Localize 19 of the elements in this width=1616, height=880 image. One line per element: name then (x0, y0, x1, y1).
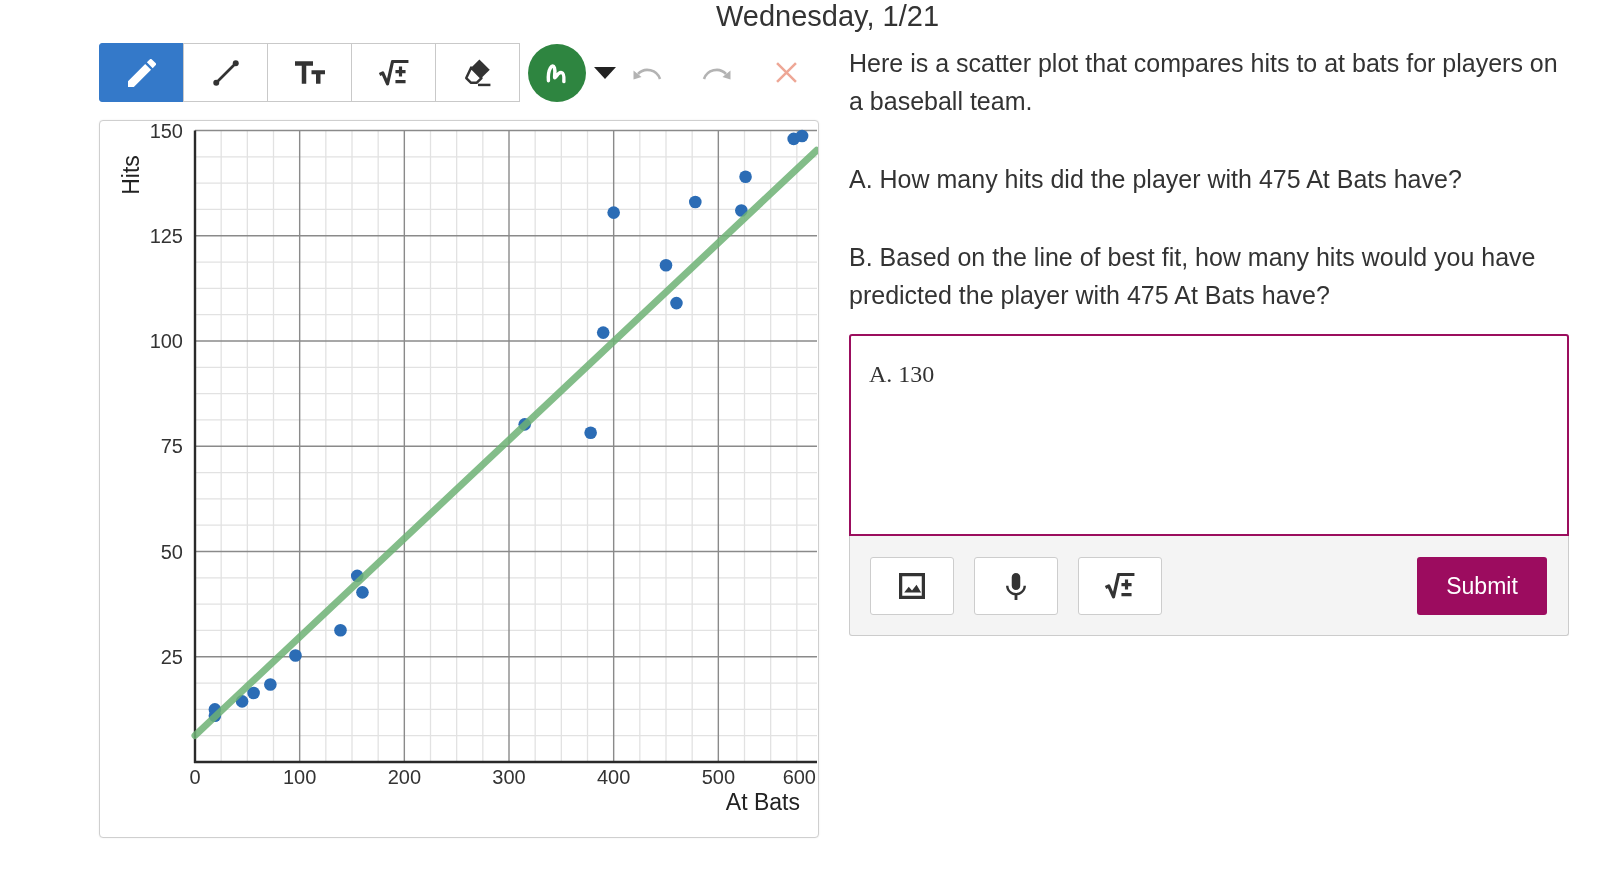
tick-label: 500 (701, 766, 735, 788)
tick-label: 100 (149, 330, 183, 352)
tick-label: 600 (782, 766, 816, 788)
tick-label: 50 (160, 540, 183, 563)
tick-label: 400 (597, 766, 631, 788)
tick-label: 25 (160, 645, 183, 668)
tick-label: 75 (160, 435, 183, 458)
tick-label: 200 (387, 766, 421, 788)
tick-label: 100 (283, 766, 317, 788)
date-heading: Wednesday, 1/21 (716, 0, 940, 32)
question-text: A. How many hits did the player with 475 At Bats have? (849, 164, 1463, 195)
tick-label: 125 (149, 224, 183, 247)
question-text: B. Based on the line of best fit, how many hits would you have predicted the player with 475 At Bats have? (849, 242, 1537, 311)
question-text: Here is a scatter plot that compares hits to at bats for players on a baseball team. (849, 48, 1559, 117)
tick-label: 300 (492, 766, 526, 788)
axis-title: Hits (118, 155, 144, 195)
tick-label: 150 (149, 121, 183, 142)
tick-label: 0 (189, 766, 201, 788)
axis-title: At Bats (725, 789, 800, 815)
